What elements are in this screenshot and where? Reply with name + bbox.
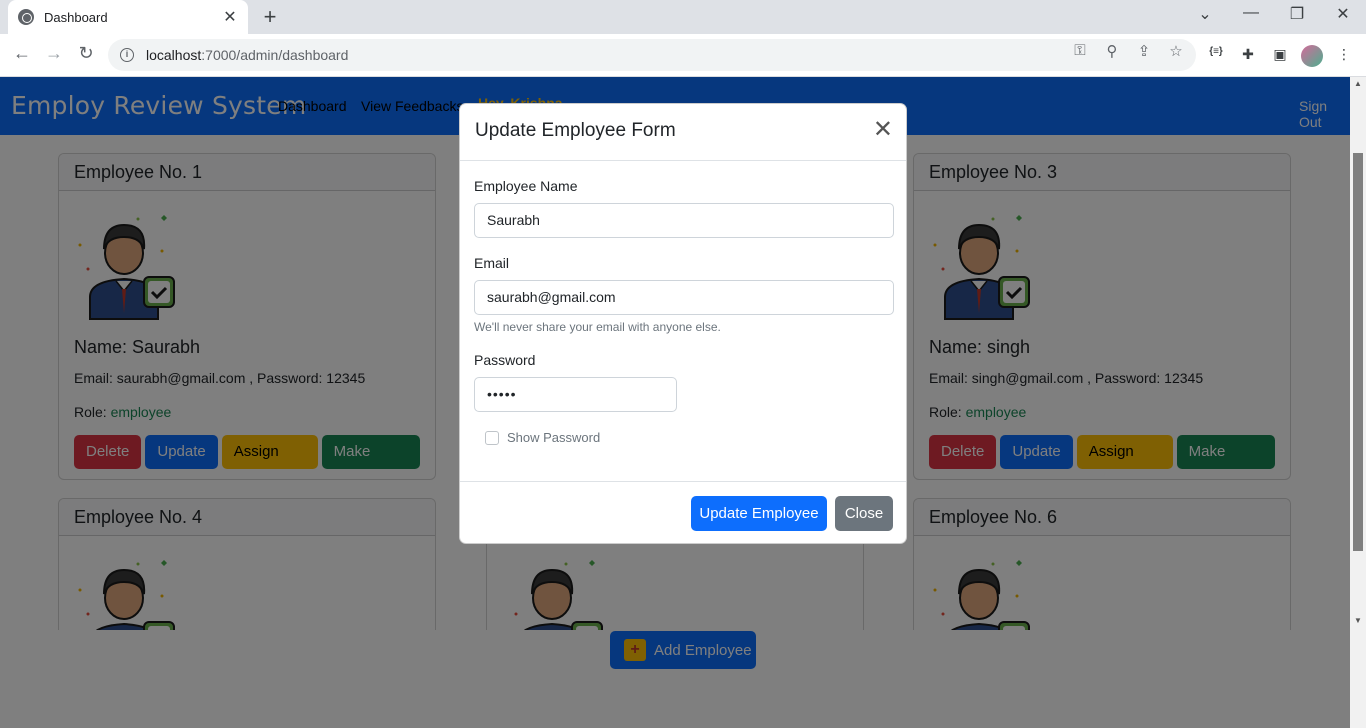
- back-icon[interactable]: ←: [10, 43, 34, 64]
- scroll-up-icon[interactable]: ▲: [1350, 77, 1366, 91]
- extensions-puzzle-icon[interactable]: ✚: [1238, 46, 1258, 63]
- update-employee-button[interactable]: Update Employee: [691, 496, 827, 531]
- scrollbar-thumb[interactable]: [1353, 153, 1363, 551]
- password-input[interactable]: •••••: [474, 377, 677, 412]
- tab-close-icon[interactable]: ✕: [222, 7, 238, 27]
- browser-toolbar: ← → ↻ i localhost:7000/admin/dashboard ⚿…: [0, 34, 1366, 77]
- window-minimize-button[interactable]: —: [1236, 4, 1266, 22]
- url-text: localhost:7000/admin/dashboard: [146, 47, 349, 63]
- window-restore-button[interactable]: ❐: [1282, 4, 1312, 24]
- browser-tab[interactable]: Dashboard ✕: [8, 0, 248, 34]
- page-scrollbar[interactable]: ▲ ▼: [1350, 77, 1366, 728]
- close-button[interactable]: Close: [835, 496, 893, 531]
- address-bar[interactable]: i localhost:7000/admin/dashboard: [108, 39, 1196, 71]
- modal-footer: Update Employee Close: [460, 481, 906, 544]
- email-label: Email: [474, 255, 510, 271]
- checkbox-box[interactable]: [485, 430, 499, 445]
- globe-icon: [18, 9, 34, 25]
- show-password-checkbox[interactable]: Show Password: [485, 430, 892, 445]
- bookmark-star-icon[interactable]: ☆: [1166, 42, 1186, 60]
- forward-icon[interactable]: →: [42, 43, 66, 64]
- window-close-button[interactable]: ✕: [1328, 4, 1358, 24]
- extension-json-icon[interactable]: {≡}: [1206, 46, 1226, 57]
- password-label: Password: [474, 352, 536, 368]
- employee-name-input[interactable]: Saurabh: [474, 203, 894, 238]
- show-password-label: Show Password: [507, 430, 601, 445]
- menu-dots-icon[interactable]: ⋮: [1334, 46, 1354, 63]
- key-icon[interactable]: ⚿: [1070, 42, 1090, 59]
- close-icon[interactable]: ✕: [873, 118, 893, 142]
- tab-search-icon[interactable]: ⌄: [1190, 4, 1220, 24]
- side-panel-icon[interactable]: ▣: [1270, 46, 1290, 63]
- profile-avatar[interactable]: [1301, 45, 1323, 67]
- new-tab-button[interactable]: +: [258, 4, 282, 30]
- modal-title: Update Employee Form: [475, 120, 676, 141]
- browser-tab-bar: Dashboard ✕ + ⌄ — ❐ ✕: [0, 0, 1366, 34]
- zoom-icon[interactable]: ⚲: [1102, 42, 1122, 60]
- email-help-text: We'll never share your email with anyone…: [474, 320, 721, 334]
- scroll-down-icon[interactable]: ▼: [1350, 614, 1366, 628]
- tab-title: Dashboard: [44, 9, 108, 25]
- email-input[interactable]: saurabh@gmail.com: [474, 280, 894, 315]
- share-icon[interactable]: ⇪: [1134, 42, 1154, 60]
- site-info-icon[interactable]: i: [120, 48, 134, 62]
- employee-name-label: Employee Name: [474, 178, 578, 194]
- update-employee-modal: Update Employee Form ✕ Employee Name Sau…: [459, 103, 907, 544]
- reload-icon[interactable]: ↻: [74, 43, 98, 64]
